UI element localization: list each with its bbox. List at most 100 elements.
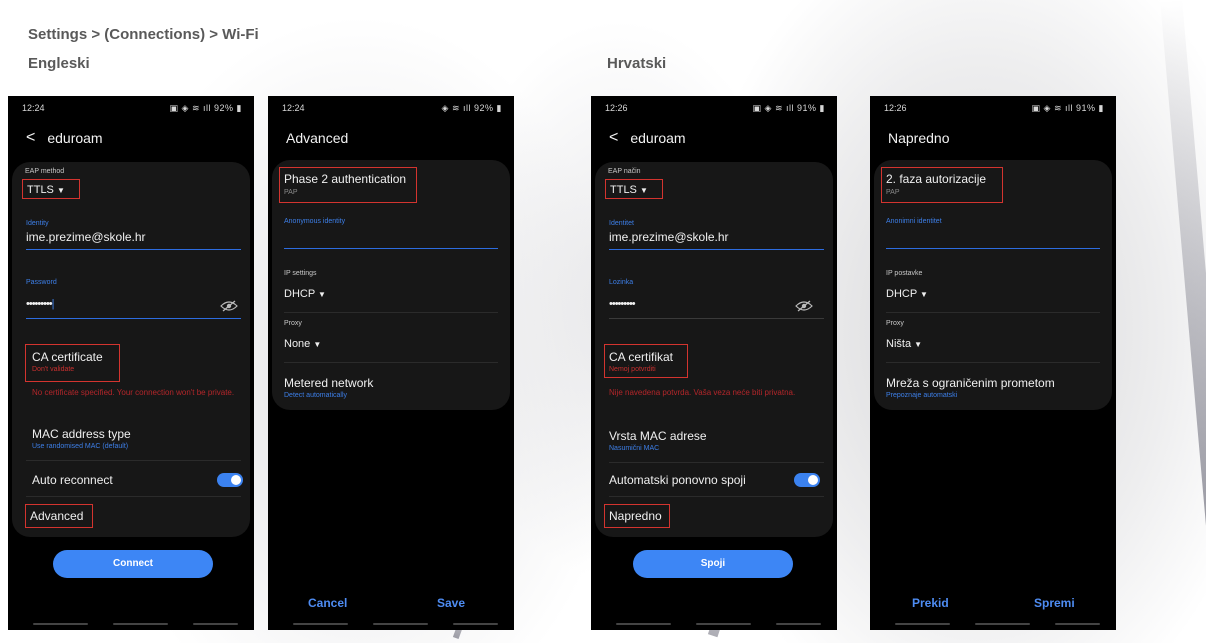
password-underline xyxy=(609,318,824,319)
mac-address-type-value: Use randomised MAC (default) xyxy=(32,443,129,450)
connect-button[interactable]: Connect xyxy=(53,550,213,578)
highlight-box xyxy=(605,179,663,199)
eap-method-label: EAP method xyxy=(25,168,65,175)
dropdown-arrow-icon: ▼ xyxy=(914,340,923,349)
metered-network-label[interactable]: Mreža s ograničenim prometom xyxy=(886,376,1055,390)
mac-address-type-label[interactable]: Vrsta MAC adrese xyxy=(609,429,707,443)
highlight-box xyxy=(25,504,93,528)
header: < eduroam xyxy=(591,124,837,152)
header: Napredno xyxy=(870,124,1116,152)
highlight-box xyxy=(604,504,670,528)
password-field[interactable]: •••••••••| xyxy=(26,298,54,310)
battery-icon: ▮ xyxy=(236,103,242,113)
signal-icon: ◈ ≋ ıll xyxy=(441,103,475,113)
dropdown-arrow-icon: ▼ xyxy=(313,340,322,349)
battery-icon: ▮ xyxy=(819,103,825,113)
highlight-box xyxy=(22,179,80,199)
password-label: Lozinka xyxy=(609,279,634,286)
dropdown-arrow-icon: ▼ xyxy=(920,290,928,299)
auto-reconnect-label: Automatski ponovno spoji xyxy=(609,473,746,487)
eye-hidden-icon[interactable] xyxy=(220,300,238,312)
auto-reconnect-toggle[interactable] xyxy=(794,473,820,487)
signal-icon: ▣ ◈ ≋ ıll xyxy=(169,103,215,113)
mac-address-type-value: Nasumični MAC xyxy=(609,445,660,452)
cancel-button[interactable]: Cancel xyxy=(308,596,347,610)
eye-hidden-icon[interactable] xyxy=(795,300,813,312)
identity-label: Identitet xyxy=(609,220,634,227)
battery-icon: ▮ xyxy=(496,103,502,113)
phone-eduroam-hr: 12:26 ▣ ◈ ≋ ıll 91% ▮ < eduroam EAP nači… xyxy=(591,96,837,630)
back-arrow-icon[interactable]: < xyxy=(26,129,35,147)
clock: 12:24 xyxy=(282,103,305,113)
ip-settings-label: IP settings xyxy=(284,270,317,277)
proxy-select[interactable]: None ▼ xyxy=(284,338,321,350)
save-button[interactable]: Spremi xyxy=(1034,596,1075,610)
page-title: Advanced xyxy=(286,130,349,146)
identity-field[interactable]: ime.prezime@skole.hr xyxy=(26,230,146,244)
status-bar: 12:26 ▣ ◈ ≋ ıll 91% ▮ xyxy=(870,96,1116,116)
section-english-heading: Engleski xyxy=(28,55,90,72)
auto-reconnect-toggle[interactable] xyxy=(217,473,243,487)
settings-card: 2. faza autorizacije PAP Anonimni identi… xyxy=(874,160,1112,410)
battery-level: 92% xyxy=(474,103,494,113)
battery-level: 91% xyxy=(797,103,817,113)
proxy-label: Proxy xyxy=(284,320,302,327)
section-croatian-heading: Hrvatski xyxy=(607,55,667,72)
clock: 12:26 xyxy=(605,103,628,113)
status-bar: 12:24 ◈ ≋ ıll 92% ▮ xyxy=(268,96,514,116)
proxy-select[interactable]: Ništa ▼ xyxy=(886,338,922,350)
anonymous-identity-label: Anonymous identity xyxy=(284,218,346,225)
auto-reconnect-label: Auto reconnect xyxy=(32,473,113,487)
status-bar: 12:26 ▣ ◈ ≋ ıll 91% ▮ xyxy=(591,96,837,116)
proxy-label: Proxy xyxy=(886,320,904,327)
settings-card: Phase 2 authentication PAP Anonymous ide… xyxy=(272,160,510,410)
battery-icon: ▮ xyxy=(1098,103,1104,113)
mac-address-type-label[interactable]: MAC address type xyxy=(32,427,131,441)
highlight-box xyxy=(881,167,1003,203)
anonymous-identity-label: Anonimni identitet xyxy=(886,218,942,225)
page-title: eduroam xyxy=(47,130,103,146)
highlight-box xyxy=(279,167,417,203)
dropdown-arrow-icon: ▼ xyxy=(318,290,326,299)
ip-settings-label: IP postavke xyxy=(886,270,923,277)
header: Advanced xyxy=(268,124,514,152)
eap-method-label: EAP način xyxy=(608,168,641,175)
battery-level: 92% xyxy=(214,103,234,113)
anonymous-identity-field[interactable] xyxy=(886,248,1100,249)
ip-settings-select[interactable]: DHCP ▼ xyxy=(886,288,928,300)
ca-warning: No certificate specified. Your connectio… xyxy=(32,388,235,397)
phone-eduroam-en: 12:24 ▣ ◈ ≋ ıll 92% ▮ < eduroam EAP meth… xyxy=(8,96,254,630)
text-cursor: | xyxy=(51,298,55,310)
password-underline xyxy=(26,318,241,319)
settings-card: EAP method TTLS ▼ Identity ime.prezime@s… xyxy=(12,162,250,537)
ca-warning: Nije navedena potvrda. Vaša veza neće bi… xyxy=(609,388,796,397)
clock: 12:26 xyxy=(884,103,907,113)
clock: 12:24 xyxy=(22,103,45,113)
cancel-button[interactable]: Prekid xyxy=(912,596,949,610)
battery-level: 91% xyxy=(1076,103,1096,113)
breadcrumb: Settings > (Connections) > Wi-Fi xyxy=(28,26,259,43)
anonymous-identity-field[interactable] xyxy=(284,248,498,249)
password-label: Password xyxy=(26,279,57,286)
back-arrow-icon[interactable]: < xyxy=(609,129,618,147)
settings-card: EAP način TTLS ▼ Identitet ime.prezime@s… xyxy=(595,162,833,537)
identity-field[interactable]: ime.prezime@skole.hr xyxy=(609,230,729,244)
identity-label: Identity xyxy=(26,220,49,227)
ip-settings-select[interactable]: DHCP ▼ xyxy=(284,288,326,300)
identity-underline xyxy=(609,249,824,250)
highlight-box xyxy=(604,344,688,378)
identity-underline xyxy=(26,249,241,250)
save-button[interactable]: Save xyxy=(437,596,465,610)
signal-icon: ▣ ◈ ≋ ıll xyxy=(752,103,798,113)
connect-button[interactable]: Spoji xyxy=(633,550,793,578)
page-title: Napredno xyxy=(888,130,950,146)
page-title: eduroam xyxy=(630,130,686,146)
phone-advanced-en: 12:24 ◈ ≋ ıll 92% ▮ Advanced Phase 2 aut… xyxy=(268,96,514,630)
header: < eduroam xyxy=(8,124,254,152)
metered-network-value: Detect automatically xyxy=(284,392,348,399)
metered-network-label[interactable]: Metered network xyxy=(284,376,373,390)
metered-network-value: Prepoznaje automatski xyxy=(886,392,958,399)
status-bar: 12:24 ▣ ◈ ≋ ıll 92% ▮ xyxy=(8,96,254,116)
highlight-box xyxy=(25,344,120,382)
password-field[interactable]: ••••••••• xyxy=(609,298,636,310)
